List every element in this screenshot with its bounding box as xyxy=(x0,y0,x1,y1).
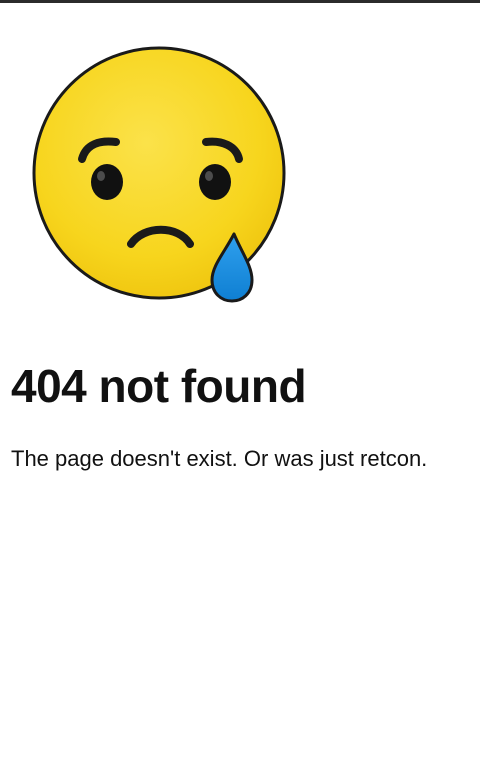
error-message: The page doesn't exist. Or was just retc… xyxy=(11,446,428,471)
page-title: 404 not found xyxy=(11,360,307,412)
sad-crying-face-icon xyxy=(32,46,286,303)
sad-face-illustration xyxy=(28,40,298,310)
left-eye xyxy=(91,164,123,200)
top-border xyxy=(0,0,480,3)
right-eye xyxy=(199,164,231,200)
